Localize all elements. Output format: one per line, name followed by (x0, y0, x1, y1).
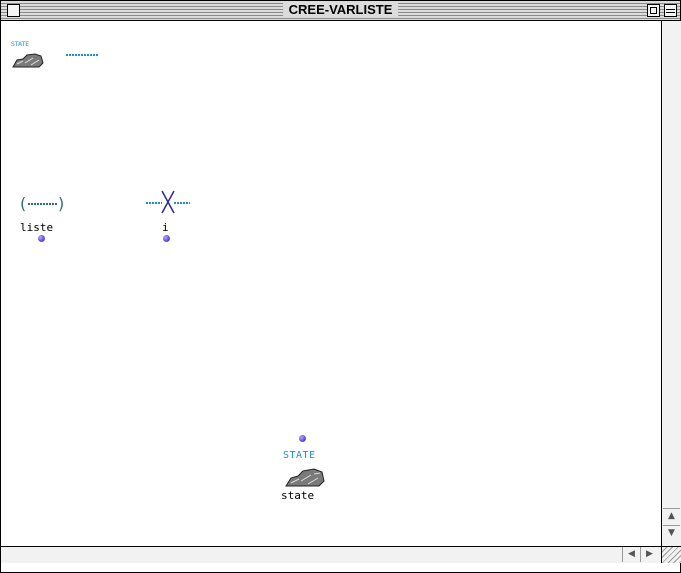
scroll-left-arrow-icon[interactable]: ◀ (622, 547, 640, 562)
zoom-box[interactable] (647, 4, 660, 17)
list-paren-icon[interactable]: ( ) (19, 194, 67, 214)
state-stone-icon[interactable] (284, 466, 326, 488)
palette-state-icon[interactable] (11, 51, 45, 69)
palette-state-label: STATE (11, 41, 30, 48)
close-box[interactable] (7, 4, 20, 17)
scroll-up-arrow-icon[interactable]: ▲ (663, 508, 680, 524)
patch-canvas[interactable]: STATE ( ) liste i STATE state (1, 21, 661, 546)
inlet-state[interactable] (299, 435, 306, 442)
palette-dotted-line-icon[interactable] (65, 53, 99, 57)
outlet-i[interactable] (163, 235, 170, 242)
vertical-scrollbar[interactable]: ▲ ▼ (661, 21, 681, 546)
scroll-down-arrow-icon[interactable]: ▼ (663, 525, 680, 541)
svg-text:(: ( (20, 194, 26, 213)
cross-variable-icon[interactable] (145, 189, 191, 215)
state-tag-label: STATE (283, 450, 316, 461)
svg-text:): ) (58, 194, 64, 213)
scroll-right-arrow-icon[interactable]: ▶ (640, 547, 658, 562)
box-label-state: state (281, 489, 315, 502)
window-title: CREE-VARLISTE (282, 2, 399, 18)
title-bar[interactable]: CREE-VARLISTE (1, 1, 680, 21)
collapse-box[interactable] (664, 4, 677, 17)
horizontal-scrollbar[interactable]: ◀ ▶ (1, 546, 661, 563)
resize-grip-icon[interactable] (661, 546, 681, 563)
box-label-i: i (162, 221, 169, 234)
outlet-liste[interactable] (38, 235, 45, 242)
patch-window: CREE-VARLISTE STATE ( ) liste i STATE st… (0, 0, 681, 573)
box-label-liste: liste (20, 221, 54, 234)
